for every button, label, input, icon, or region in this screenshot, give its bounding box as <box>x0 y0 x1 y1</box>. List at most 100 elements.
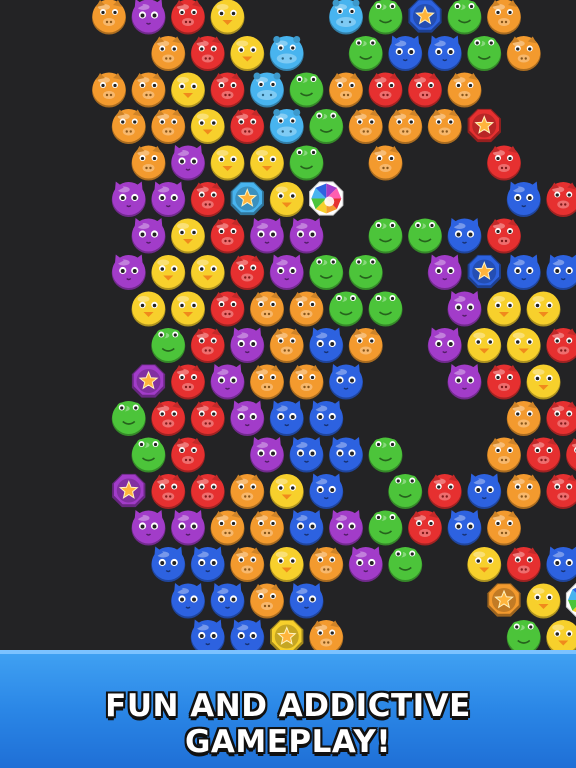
purple-cat-bubble[interactable] <box>329 510 363 546</box>
red-pig-bubble[interactable] <box>190 328 225 363</box>
bubble-field[interactable] <box>0 0 576 655</box>
red-pig-bubble[interactable] <box>546 328 576 363</box>
orange-pig-bubble[interactable] <box>309 547 344 582</box>
red-pig-bubble[interactable] <box>190 36 225 71</box>
red-pig-bubble[interactable] <box>487 145 521 181</box>
yellow-chick-bubble[interactable] <box>526 583 561 619</box>
blue-cat-bubble[interactable] <box>210 583 245 619</box>
cyan-hippo-bubble[interactable] <box>250 72 284 108</box>
green-frog-bubble[interactable] <box>368 0 403 35</box>
green-frog-bubble[interactable] <box>506 620 541 655</box>
yellow-chick-bubble[interactable] <box>546 620 576 655</box>
orange-pig-bubble[interactable] <box>289 291 324 327</box>
yellow-chick-bubble[interactable] <box>269 474 304 509</box>
green-frog-bubble[interactable] <box>368 510 403 546</box>
blue-cat-bubble[interactable] <box>329 437 363 473</box>
orange-pig-bubble[interactable] <box>289 364 324 400</box>
green-frog-bubble[interactable] <box>408 218 442 254</box>
yellow-chick-bubble[interactable] <box>210 0 245 35</box>
orange-pig-bubble[interactable] <box>487 510 521 546</box>
green-frog-bubble[interactable] <box>467 36 502 71</box>
orange-pig-bubble[interactable] <box>230 547 265 582</box>
blue-cat-bubble[interactable] <box>447 218 482 254</box>
green-frog-bubble[interactable] <box>368 291 403 327</box>
blue-cat-bubble[interactable] <box>506 254 541 291</box>
purple-cat-bubble[interactable] <box>230 400 265 437</box>
cyan-star-coin-bubble[interactable] <box>230 181 264 216</box>
purple-cat-bubble[interactable] <box>427 327 462 364</box>
red-pig-bubble[interactable] <box>210 291 245 327</box>
red-pig-bubble[interactable] <box>171 437 205 473</box>
red-pig-bubble[interactable] <box>190 182 225 217</box>
blue-cat-bubble[interactable] <box>467 473 502 510</box>
green-frog-bubble[interactable] <box>131 437 166 473</box>
orange-star-coin-bubble[interactable] <box>487 583 521 617</box>
green-frog-bubble[interactable] <box>447 0 482 35</box>
blue-cat-bubble[interactable] <box>388 35 423 72</box>
yellow-chick-bubble[interactable] <box>171 218 205 254</box>
red-pig-bubble[interactable] <box>151 401 186 436</box>
green-frog-bubble[interactable] <box>111 401 146 436</box>
purple-star-coin-bubble[interactable] <box>131 364 166 398</box>
orange-pig-bubble[interactable] <box>388 109 423 144</box>
red-pig-bubble[interactable] <box>210 218 245 254</box>
yellow-chick-bubble[interactable] <box>467 547 502 582</box>
green-frog-bubble[interactable] <box>388 547 423 582</box>
cyan-hippo-bubble[interactable] <box>329 0 363 35</box>
orange-pig-bubble[interactable] <box>250 364 284 400</box>
blue-cat-bubble[interactable] <box>506 181 541 218</box>
blue-cat-bubble[interactable] <box>309 327 344 364</box>
red-pig-bubble[interactable] <box>487 364 521 400</box>
red-pig-bubble[interactable] <box>171 0 205 35</box>
red-pig-bubble[interactable] <box>230 109 265 144</box>
orange-pig-bubble[interactable] <box>348 109 383 144</box>
red-pig-bubble[interactable] <box>546 474 576 509</box>
orange-pig-bubble[interactable] <box>309 620 344 655</box>
red-pig-bubble[interactable] <box>408 510 442 546</box>
purple-cat-bubble[interactable] <box>210 364 245 400</box>
orange-pig-bubble[interactable] <box>111 109 146 144</box>
blue-cat-bubble[interactable] <box>427 35 462 72</box>
red-pig-bubble[interactable] <box>487 218 521 254</box>
yellow-chick-bubble[interactable] <box>526 291 561 327</box>
orange-pig-bubble[interactable] <box>487 0 521 35</box>
yellow-chick-bubble[interactable] <box>250 145 284 181</box>
orange-pig-bubble[interactable] <box>230 474 265 509</box>
green-frog-bubble[interactable] <box>368 437 403 473</box>
orange-pig-bubble[interactable] <box>506 474 541 509</box>
blue-cat-bubble[interactable] <box>190 546 225 583</box>
red-pig-bubble[interactable] <box>190 474 225 509</box>
green-frog-bubble[interactable] <box>368 218 403 254</box>
orange-pig-bubble[interactable] <box>329 72 363 108</box>
orange-pig-bubble[interactable] <box>250 291 284 327</box>
purple-cat-bubble[interactable] <box>250 218 284 254</box>
orange-pig-bubble[interactable] <box>92 72 126 108</box>
blue-star-coin-bubble[interactable] <box>467 254 501 289</box>
orange-pig-bubble[interactable] <box>269 328 304 363</box>
purple-cat-bubble[interactable] <box>131 0 166 35</box>
green-frog-bubble[interactable] <box>388 474 423 509</box>
blue-cat-bubble[interactable] <box>546 546 576 583</box>
blue-cat-bubble[interactable] <box>329 364 363 400</box>
orange-pig-bubble[interactable] <box>447 72 482 108</box>
red-pig-bubble[interactable] <box>151 474 186 509</box>
blue-cat-bubble[interactable] <box>289 583 324 619</box>
orange-pig-bubble[interactable] <box>427 109 462 144</box>
yellow-chick-bubble[interactable] <box>210 145 245 181</box>
yellow-star-coin-bubble[interactable] <box>270 619 304 654</box>
red-pig-bubble[interactable] <box>210 72 245 108</box>
red-star-coin-bubble[interactable] <box>467 108 501 143</box>
orange-pig-bubble[interactable] <box>348 328 383 363</box>
green-frog-bubble[interactable] <box>348 255 383 290</box>
rainbow-bomb-bubble[interactable] <box>309 181 344 216</box>
green-frog-bubble[interactable] <box>309 109 344 144</box>
blue-cat-bubble[interactable] <box>309 473 344 510</box>
yellow-chick-bubble[interactable] <box>190 109 225 144</box>
yellow-chick-bubble[interactable] <box>526 364 561 400</box>
yellow-chick-bubble[interactable] <box>269 182 304 217</box>
orange-pig-bubble[interactable] <box>250 583 284 619</box>
blue-cat-bubble[interactable] <box>289 510 324 546</box>
blue-cat-bubble[interactable] <box>309 400 344 437</box>
green-frog-bubble[interactable] <box>329 291 363 327</box>
red-pig-bubble[interactable] <box>546 401 576 436</box>
